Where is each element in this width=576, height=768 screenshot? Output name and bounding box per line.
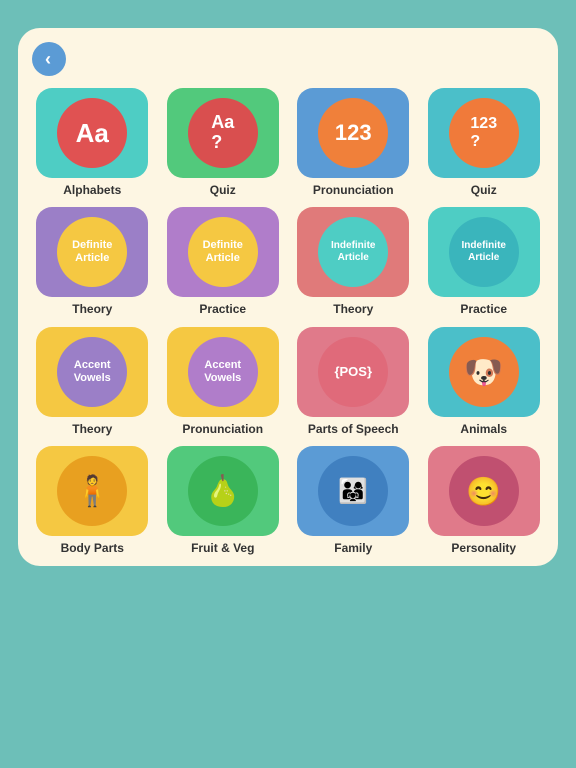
tile-fruit-veg[interactable]: 🍐 Fruit & Veg — [163, 446, 284, 555]
tile-icon-indef-article-practice: IndefiniteArticle — [428, 207, 540, 297]
tile-icon-alphabets: Aa — [36, 88, 148, 178]
tile-accent-vowels-theory[interactable]: AccentVowels Theory — [32, 327, 153, 436]
tile-family[interactable]: 👨‍👩‍👧 Family — [293, 446, 414, 555]
tile-icon-parts-of-speech: {POS} — [297, 327, 409, 417]
tile-label-parts-of-speech: Parts of Speech — [308, 422, 399, 436]
tile-icon-fruit-veg: 🍐 — [167, 446, 279, 536]
tile-label-def-article-practice: Practice — [199, 302, 246, 316]
tile-icon-indef-article-theory: IndefiniteArticle — [297, 207, 409, 297]
tile-def-article-theory[interactable]: DefiniteArticle Theory — [32, 207, 153, 316]
tile-animals[interactable]: 🐶 Animals — [424, 327, 545, 436]
tile-accent-vowels-pronun[interactable]: AccentVowels Pronunciation — [163, 327, 284, 436]
tile-icon-def-article-practice: DefiniteArticle — [167, 207, 279, 297]
back-icon: ‹ — [45, 49, 51, 70]
tile-label-quiz1: Quiz — [210, 183, 236, 197]
tile-icon-accent-vowels-pronun: AccentVowels — [167, 327, 279, 417]
tile-quiz2[interactable]: 123? Quiz — [424, 88, 545, 197]
tile-body-parts[interactable]: 🧍 Body Parts — [32, 446, 153, 555]
tile-quiz1[interactable]: Aa? Quiz — [163, 88, 284, 197]
tile-label-personality: Personality — [451, 541, 516, 555]
tile-icon-def-article-theory: DefiniteArticle — [36, 207, 148, 297]
tile-icon-animals: 🐶 — [428, 327, 540, 417]
tile-label-family: Family — [334, 541, 372, 555]
tile-icon-personality: 😊 — [428, 446, 540, 536]
tile-label-fruit-veg: Fruit & Veg — [191, 541, 254, 555]
card-header: ‹ — [32, 42, 544, 76]
tile-label-indef-article-practice: Practice — [460, 302, 507, 316]
tile-indef-article-practice[interactable]: IndefiniteArticle Practice — [424, 207, 545, 316]
tile-label-accent-vowels-theory: Theory — [72, 422, 112, 436]
tile-label-pronunciation: Pronunciation — [313, 183, 394, 197]
tile-icon-quiz1: Aa? — [167, 88, 279, 178]
tile-label-quiz2: Quiz — [471, 183, 497, 197]
tile-icon-quiz2: 123? — [428, 88, 540, 178]
tile-label-accent-vowels-pronun: Pronunciation — [182, 422, 263, 436]
tile-personality[interactable]: 😊 Personality — [424, 446, 545, 555]
tile-label-alphabets: Alphabets — [63, 183, 121, 197]
tile-label-body-parts: Body Parts — [61, 541, 124, 555]
tile-parts-of-speech[interactable]: {POS} Parts of Speech — [293, 327, 414, 436]
tile-icon-family: 👨‍👩‍👧 — [297, 446, 409, 536]
tile-label-def-article-theory: Theory — [72, 302, 112, 316]
back-button[interactable]: ‹ — [32, 42, 66, 76]
tile-indef-article-theory[interactable]: IndefiniteArticle Theory — [293, 207, 414, 316]
tile-icon-accent-vowels-theory: AccentVowels — [36, 327, 148, 417]
tiles-grid: Aa Alphabets Aa? Quiz 123 Pronunciation 123? Qu… — [32, 88, 544, 556]
tile-icon-pronunciation: 123 — [297, 88, 409, 178]
tile-def-article-practice[interactable]: DefiniteArticle Practice — [163, 207, 284, 316]
tile-label-animals: Animals — [460, 422, 507, 436]
tile-pronunciation[interactable]: 123 Pronunciation — [293, 88, 414, 197]
tile-alphabets[interactable]: Aa Alphabets — [32, 88, 153, 197]
tile-label-indef-article-theory: Theory — [333, 302, 373, 316]
main-card: ‹ Aa Alphabets Aa? Quiz 123 Pronunciation 123?… — [18, 28, 558, 566]
tile-icon-body-parts: 🧍 — [36, 446, 148, 536]
